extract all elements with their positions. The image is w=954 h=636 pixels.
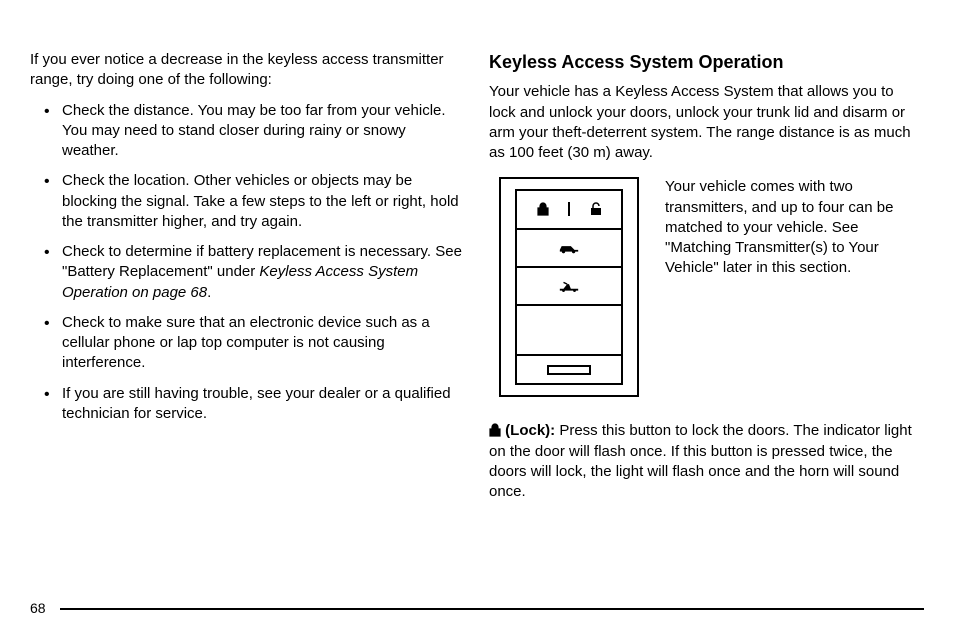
right-column: Keyless Access System Operation Your veh… [489, 50, 924, 502]
page-number: 68 [30, 599, 46, 618]
lock-button [517, 202, 570, 216]
fob-key-slot [517, 356, 621, 383]
trunk-open-icon [558, 279, 580, 293]
page-footer: 68 [30, 599, 924, 618]
fob-car-row [517, 230, 621, 268]
footer-rule [60, 608, 924, 610]
lock-paragraph: (Lock): Press this button to lock the do… [489, 421, 924, 502]
list-item: Check the distance. You may be too far f… [62, 101, 465, 162]
page-columns: If you ever notice a decrease in the key… [30, 50, 924, 502]
transmitter-figure [489, 177, 649, 397]
list-item-tail: . [207, 284, 211, 301]
fob-trunk-row [517, 268, 621, 306]
figure-caption-text: Your vehicle comes with two transmitters… [665, 177, 924, 397]
left-column: If you ever notice a decrease in the key… [30, 50, 465, 502]
lock-label: (Lock): [505, 422, 555, 439]
troubleshoot-list: Check the distance. You may be too far f… [30, 101, 465, 425]
fob-blank-area [517, 306, 621, 356]
fob-lock-row [517, 191, 621, 229]
list-item: Check to make sure that an electronic de… [62, 313, 465, 374]
section-heading: Keyless Access System Operation [489, 50, 924, 74]
car-side-icon [558, 241, 580, 255]
figure-row: Your vehicle comes with two transmitters… [489, 177, 924, 397]
list-item: If you are still having trouble, see you… [62, 384, 465, 425]
list-item: Check to determine if battery replacemen… [62, 242, 465, 303]
right-intro: Your vehicle has a Keyless Access System… [489, 82, 924, 163]
lock-closed-icon [537, 202, 549, 216]
lock-closed-icon [489, 423, 501, 437]
unlock-button [570, 202, 621, 216]
lock-open-icon [590, 202, 602, 216]
left-intro: If you ever notice a decrease in the key… [30, 50, 465, 91]
list-item: Check the location. Other vehicles or ob… [62, 171, 465, 232]
